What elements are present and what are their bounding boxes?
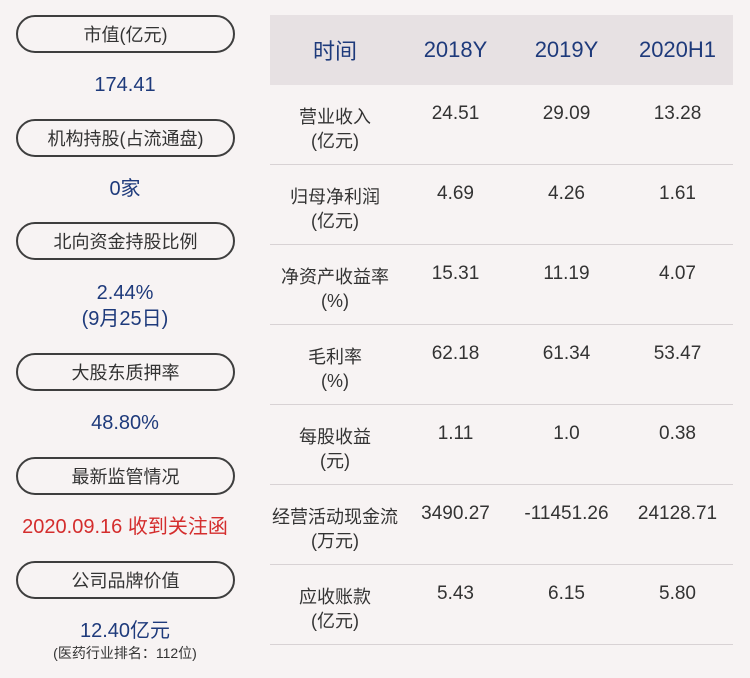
row-label: 经营活动现金流 (万元) xyxy=(270,485,400,564)
cell-value: 4.07 xyxy=(659,263,696,284)
brand-value-block: 12.40亿元 (医药行业排名：112位) xyxy=(0,618,250,662)
metric-name: 归母净利润 xyxy=(290,187,380,207)
table-row: 归母净利润 (亿元) 4.69 4.26 1.61 xyxy=(270,165,733,245)
institution-holding-label: 机构持股(占流通盘) xyxy=(16,119,235,157)
cell-value: 15.31 xyxy=(431,263,480,284)
table-row: 营业收入 (亿元) 24.51 29.09 13.28 xyxy=(270,85,733,165)
cell-value: 5.43 xyxy=(437,583,474,604)
metric-unit: (%) xyxy=(321,371,349,391)
pledge-ratio-label: 大股东质押率 xyxy=(16,353,235,391)
cell-value: 6.15 xyxy=(548,583,585,604)
cell-value: 1.0 xyxy=(553,423,580,444)
header-2020h1: 2020H1 xyxy=(638,37,717,62)
metric-name: 应收账款 xyxy=(299,587,371,607)
cell-value: 5.80 xyxy=(659,583,696,604)
cell-value: 61.34 xyxy=(542,343,591,364)
regulatory-status-value: 2020.09.16 收到关注函 xyxy=(22,516,228,538)
table-header: 时间 2018Y 2019Y 2020H1 xyxy=(270,15,733,85)
cell-value: 3490.27 xyxy=(421,503,490,524)
row-label: 应收账款 (亿元) xyxy=(270,565,400,644)
cell-value: 11.19 xyxy=(543,263,590,284)
brand-value-label: 公司品牌价值 xyxy=(16,561,235,599)
market-cap-value: 174.41 xyxy=(94,74,156,96)
table-row: 净资产收益率 (%) 15.31 11.19 4.07 xyxy=(270,245,733,325)
metric-unit: (亿元) xyxy=(311,211,359,231)
cell-value: 53.47 xyxy=(653,343,702,364)
metric-unit: (万元) xyxy=(311,531,359,551)
metric-unit: (亿元) xyxy=(311,131,359,151)
brand-value-rank: (医药行业排名：112位) xyxy=(53,645,197,661)
pledge-ratio-value: 48.80% xyxy=(91,412,159,434)
header-time: 时间 xyxy=(312,39,357,64)
northbound-ratio-label: 北向资金持股比例 xyxy=(16,222,235,260)
metric-unit: (元) xyxy=(320,451,350,471)
market-cap-label: 市值(亿元) xyxy=(16,15,235,53)
metric-name: 经营活动现金流 xyxy=(272,507,398,527)
row-label: 每股收益 (元) xyxy=(270,405,400,484)
table-row: 每股收益 (元) 1.11 1.0 0.38 xyxy=(270,405,733,485)
header-2019y: 2019Y xyxy=(534,37,599,62)
row-label: 营业收入 (亿元) xyxy=(270,85,400,164)
row-label: 净资产收益率 (%) xyxy=(270,245,400,324)
cell-value: 13.28 xyxy=(653,103,702,124)
cell-value: 24128.71 xyxy=(637,503,718,524)
cell-value: 0.38 xyxy=(659,423,696,444)
metric-name: 净资产收益率 xyxy=(281,267,389,287)
northbound-ratio-value: 2.44% (9月25日) xyxy=(0,280,250,332)
table-row: 经营活动现金流 (万元) 3490.27 -11451.26 24128.71 xyxy=(270,485,733,565)
row-label: 归母净利润 (亿元) xyxy=(270,165,400,244)
brand-value-amount: 12.40亿元 xyxy=(79,620,171,642)
cell-value: 62.18 xyxy=(431,343,480,364)
left-panel: 市值(亿元) 174.41 机构持股(占流通盘) 0家 北向资金持股比例 2.4… xyxy=(0,0,252,678)
row-label: 毛利率 (%) xyxy=(270,325,400,404)
cell-value: -11451.26 xyxy=(524,503,609,524)
cell-value: 4.69 xyxy=(437,183,474,204)
cell-value: 1.11 xyxy=(437,423,474,444)
metric-unit: (%) xyxy=(321,291,349,311)
institution-holding-value: 0家 xyxy=(109,178,141,200)
cell-value: 24.51 xyxy=(431,103,480,124)
northbound-ratio-percent: 2.44% xyxy=(96,282,154,304)
table-row: 毛利率 (%) 62.18 61.34 53.47 xyxy=(270,325,733,405)
metric-name: 毛利率 xyxy=(308,347,362,367)
cell-value: 1.61 xyxy=(659,183,696,204)
regulatory-status-label: 最新监管情况 xyxy=(16,457,235,495)
cell-value: 29.09 xyxy=(542,103,591,124)
metric-unit: (亿元) xyxy=(311,611,359,631)
table-row: 应收账款 (亿元) 5.43 6.15 5.80 xyxy=(270,565,733,645)
header-2018y: 2018Y xyxy=(423,37,488,62)
metric-name: 营业收入 xyxy=(299,107,371,127)
financial-table: 时间 2018Y 2019Y 2020H1 营业收入 (亿元) 24.51 29.… xyxy=(270,15,733,645)
northbound-ratio-date: (9月25日) xyxy=(81,308,169,330)
metric-name: 每股收益 xyxy=(299,427,371,447)
cell-value: 4.26 xyxy=(548,183,585,204)
